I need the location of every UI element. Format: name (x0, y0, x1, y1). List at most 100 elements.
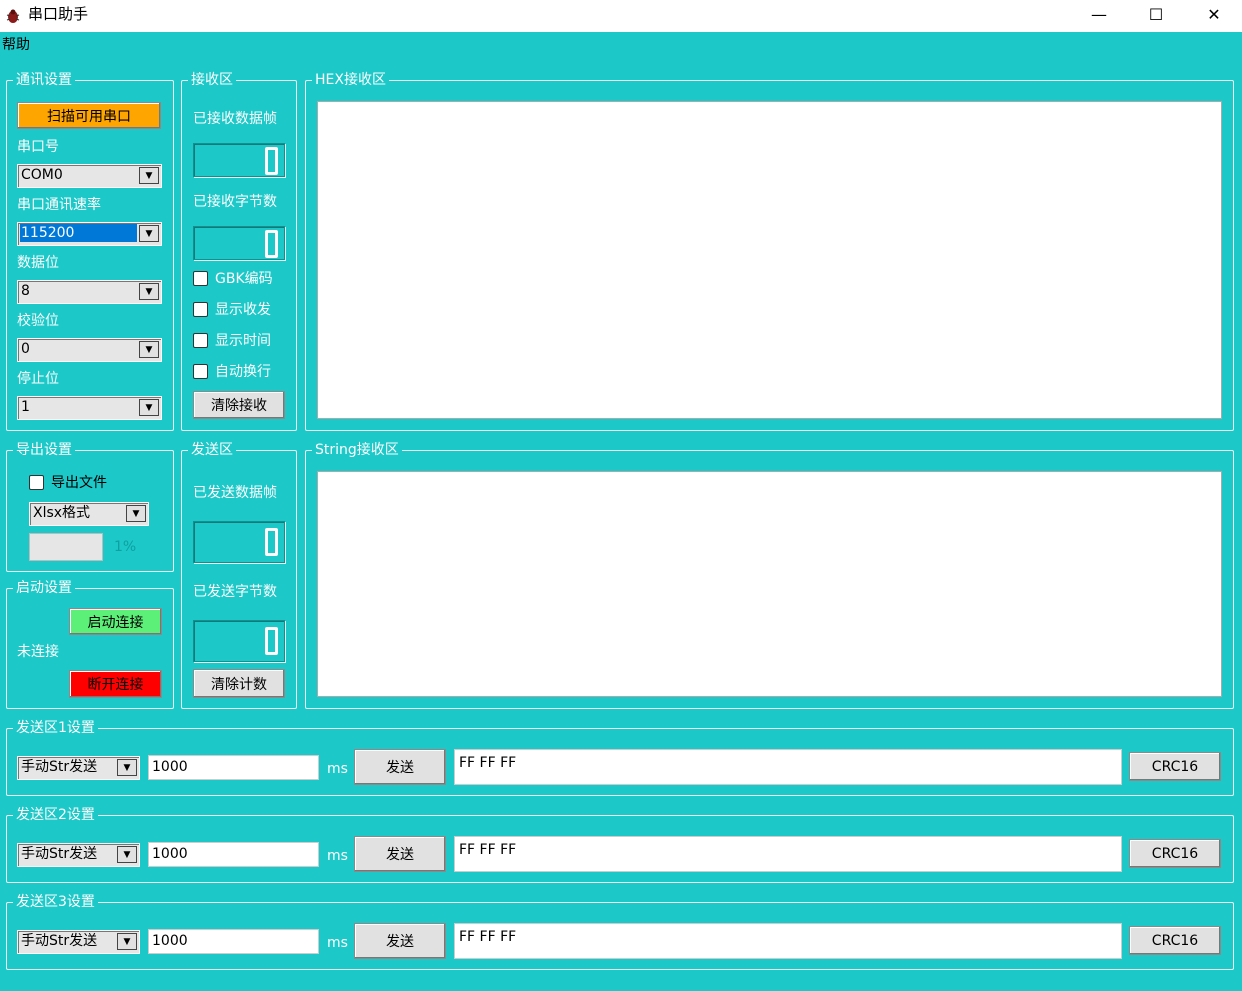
send-payload-input[interactable]: FF FF FF (454, 749, 1122, 785)
chevron-down-icon[interactable]: ▼ (117, 846, 137, 863)
window-title: 串口助手 (28, 5, 89, 23)
send-payload-input[interactable]: FF FF FF (454, 923, 1122, 959)
minimize-button[interactable]: — (1070, 0, 1128, 28)
port-select[interactable]: COM0 ▼ (17, 164, 162, 188)
send-button[interactable]: 发送 (354, 836, 446, 872)
send-mode-select[interactable]: 手动Str发送 ▼ (17, 756, 140, 780)
send-interval-input[interactable]: 1000 (148, 929, 319, 954)
string-receive-textarea[interactable] (317, 471, 1222, 697)
tx-frames-counter (193, 521, 285, 563)
hex-receive-legend: HEX接收区 (312, 72, 389, 88)
string-receive-legend: String接收区 (312, 442, 402, 458)
baud-label: 串口通讯速率 (17, 197, 101, 213)
send-interval-input[interactable]: 1000 (148, 842, 319, 867)
menu-bar (0, 32, 1242, 60)
send-payload-input[interactable]: FF FF FF (454, 836, 1122, 872)
interval-unit-label: ms (327, 848, 348, 864)
close-icon: ✕ (1207, 4, 1221, 24)
rx-frames-label: 已接收数据帧 (193, 111, 277, 127)
receive-legend: 接收区 (188, 72, 236, 88)
chevron-down-icon[interactable]: ▼ (139, 167, 159, 184)
connection-status: 未连接 (17, 644, 59, 660)
stopbits-value: 1 (21, 399, 30, 415)
disconnect-button[interactable]: 断开连接 (69, 670, 162, 698)
menu-help[interactable]: 帮助 (2, 36, 30, 54)
tx-frames-label: 已发送数据帧 (193, 485, 277, 501)
minimize-icon: — (1091, 4, 1107, 24)
interval-unit-label: ms (327, 935, 348, 951)
rx-frames-counter (193, 143, 285, 177)
hex-receive-textarea[interactable] (317, 101, 1222, 419)
close-button[interactable]: ✕ (1185, 0, 1242, 28)
gbk-label: GBK编码 (215, 271, 273, 287)
maximize-icon: ☐ (1148, 4, 1164, 24)
show-txrx-checkbox[interactable] (193, 302, 208, 317)
auto-wrap-label: 自动换行 (215, 364, 271, 380)
export-format-select[interactable]: Xlsx格式 ▼ (29, 502, 149, 526)
comm-settings-legend: 通讯设置 (13, 72, 75, 88)
send-mode-select[interactable]: 手动Str发送 ▼ (17, 843, 140, 867)
send-mode-value: 手动Str发送 (21, 846, 98, 862)
parity-value: 0 (21, 341, 30, 357)
stopbits-select[interactable]: 1 ▼ (17, 396, 162, 420)
clear-count-button[interactable]: 清除计数 (193, 669, 285, 698)
send-row-legend: 发送区1设置 (13, 720, 98, 736)
crc16-button[interactable]: CRC16 (1129, 752, 1221, 781)
parity-label: 校验位 (17, 313, 59, 329)
interval-unit-label: ms (327, 761, 348, 777)
chevron-down-icon[interactable]: ▼ (139, 399, 159, 416)
baud-value: 115200 (20, 224, 137, 242)
tx-bytes-counter (193, 620, 285, 662)
app-bug-icon (5, 8, 21, 24)
show-txrx-label: 显示收发 (215, 302, 271, 318)
baud-select[interactable]: 115200 ▼ (17, 222, 162, 246)
chevron-down-icon[interactable]: ▼ (117, 933, 137, 950)
send-legend: 发送区 (188, 442, 236, 458)
send-mode-select[interactable]: 手动Str发送 ▼ (17, 930, 140, 954)
chevron-down-icon[interactable]: ▼ (139, 341, 159, 358)
gbk-checkbox[interactable] (193, 271, 208, 286)
tx-bytes-label: 已发送字节数 (193, 584, 277, 600)
auto-wrap-checkbox[interactable] (193, 364, 208, 379)
stopbits-label: 停止位 (17, 371, 59, 387)
title-bar (0, 0, 1242, 32)
send-mode-value: 手动Str发送 (21, 759, 98, 775)
send-mode-value: 手动Str发送 (21, 933, 98, 949)
lcd-digit-zero (265, 230, 278, 258)
rx-bytes-counter (193, 226, 285, 260)
send-interval-input[interactable]: 1000 (148, 755, 319, 780)
clear-receive-button[interactable]: 清除接收 (193, 391, 285, 419)
send-button[interactable]: 发送 (354, 923, 446, 959)
export-progress-bar (29, 533, 103, 561)
chevron-down-icon[interactable]: ▼ (117, 759, 137, 776)
lcd-digit-zero (265, 147, 278, 175)
export-file-label: 导出文件 (51, 475, 107, 491)
chevron-down-icon[interactable]: ▼ (139, 225, 159, 242)
show-time-checkbox[interactable] (193, 333, 208, 348)
export-progress-text: 1% (114, 539, 137, 555)
export-legend: 导出设置 (13, 442, 75, 458)
lcd-digit-zero (265, 528, 278, 556)
export-format-value: Xlsx格式 (33, 505, 91, 521)
chevron-down-icon[interactable]: ▼ (126, 505, 146, 522)
chevron-down-icon[interactable]: ▼ (139, 283, 159, 300)
databits-label: 数据位 (17, 255, 59, 271)
show-time-label: 显示时间 (215, 333, 271, 349)
databits-value: 8 (21, 283, 30, 299)
port-value: COM0 (21, 167, 63, 183)
startup-legend: 启动设置 (13, 580, 75, 596)
connect-button[interactable]: 启动连接 (69, 608, 162, 635)
maximize-button[interactable]: ☐ (1127, 0, 1185, 28)
lcd-digit-zero (265, 627, 278, 655)
rx-bytes-label: 已接收字节数 (193, 194, 277, 210)
crc16-button[interactable]: CRC16 (1129, 926, 1221, 955)
port-label: 串口号 (17, 139, 59, 155)
scan-ports-button[interactable]: 扫描可用串口 (17, 102, 161, 129)
parity-select[interactable]: 0 ▼ (17, 338, 162, 362)
send-row-legend: 发送区3设置 (13, 894, 98, 910)
crc16-button[interactable]: CRC16 (1129, 839, 1221, 868)
send-button[interactable]: 发送 (354, 749, 446, 785)
export-file-checkbox[interactable] (29, 475, 44, 490)
databits-select[interactable]: 8 ▼ (17, 280, 162, 304)
send-row-legend: 发送区2设置 (13, 807, 98, 823)
